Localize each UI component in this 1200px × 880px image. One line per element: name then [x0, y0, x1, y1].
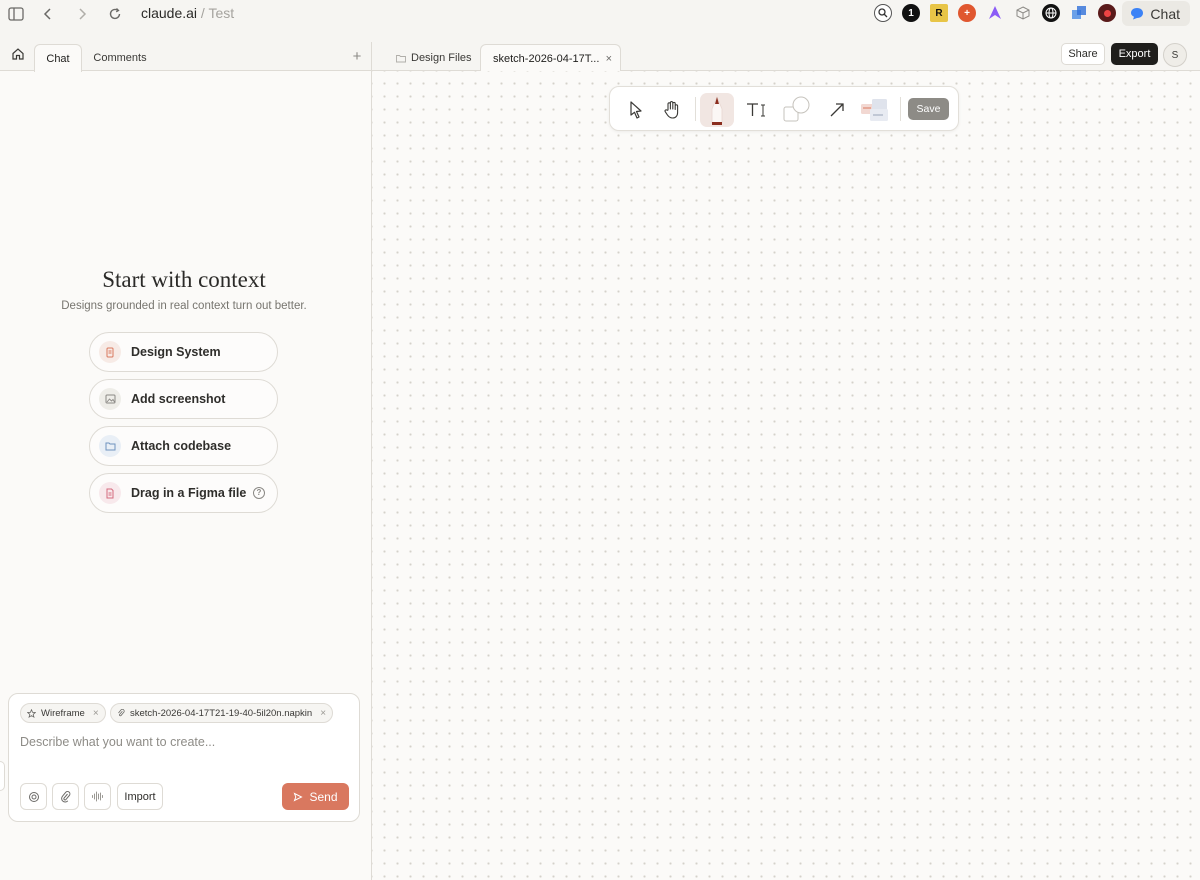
toolbar-divider: [900, 97, 901, 121]
attach-button[interactable]: [52, 783, 79, 810]
extensions-bar: 1 R +: [874, 4, 1116, 22]
tab-design-files[interactable]: Design Files: [396, 44, 472, 72]
context-title: Start with context: [102, 267, 266, 292]
record-ext-icon[interactable]: [1098, 4, 1116, 22]
send-label: Send: [309, 789, 338, 804]
tab-sketch[interactable]: sketch-2026-04-17T... ×: [480, 44, 621, 72]
plus-ext-icon[interactable]: +: [958, 4, 976, 22]
chat-bubble-icon: [1131, 8, 1144, 20]
add-screenshot-label: Add screenshot: [131, 392, 226, 406]
add-screenshot-button[interactable]: Add screenshot: [89, 379, 278, 419]
tab-sketch-label: sketch-2026-04-17T...: [493, 52, 600, 65]
save-button[interactable]: Save: [908, 98, 949, 120]
voice-button[interactable]: [84, 783, 111, 810]
search-ext-icon[interactable]: [874, 4, 892, 22]
panel-resize-handle[interactable]: [0, 761, 5, 791]
send-button[interactable]: Send: [282, 783, 349, 810]
hand-tool[interactable]: [655, 93, 689, 127]
help-icon[interactable]: ?: [253, 487, 265, 499]
shapes-tool[interactable]: [780, 93, 814, 127]
share-button[interactable]: Share: [1061, 43, 1105, 65]
sketch-file-chip[interactable]: sketch-2026-04-17T21-19-40-5il20n.napkin…: [110, 703, 334, 723]
send-icon: [294, 791, 304, 802]
image-icon: [99, 388, 121, 410]
figma-file-button[interactable]: Drag in a Figma file ?: [89, 473, 278, 513]
arrow-icon: [830, 103, 844, 117]
sketch-file-chip-label: sketch-2026-04-17T21-19-40-5il20n.napkin: [130, 707, 313, 719]
export-button[interactable]: Export: [1111, 43, 1158, 65]
folder-icon: [396, 54, 406, 62]
design-system-label: Design System: [131, 345, 221, 359]
chat-panel: Chat Comments + Start with context Desig…: [0, 42, 372, 880]
left-tab-bar: Chat Comments +: [0, 42, 371, 72]
url-host: claude.ai: [141, 5, 198, 21]
browser-toolbar: claude.ai / Test 1 R + Chat: [0, 0, 1200, 28]
cube-ext-icon[interactable]: [1014, 4, 1032, 22]
folder-icon: [99, 435, 121, 457]
prompt-input[interactable]: [20, 732, 350, 752]
waveform-icon: [92, 791, 103, 802]
chat-button-label: Chat: [1150, 5, 1180, 22]
target-icon: [28, 791, 39, 802]
chat-sidebar-button[interactable]: Chat: [1122, 1, 1190, 26]
hand-icon: [664, 101, 679, 119]
sketch-canvas[interactable]: [372, 71, 1200, 880]
composer: Wireframe × sketch-2026-04-17T21-19-40-5…: [8, 693, 360, 822]
paperclip-icon: [60, 790, 70, 802]
readwise-icon[interactable]: R: [930, 4, 948, 22]
text-icon: [747, 103, 765, 117]
shapes-icon: [783, 96, 810, 122]
windows-ext-icon[interactable]: [1070, 4, 1088, 22]
wireframe-chip[interactable]: Wireframe ×: [20, 703, 106, 723]
address-bar[interactable]: claude.ai / Test: [141, 5, 234, 21]
context-subtitle: Designs grounded in real context turn ou…: [61, 300, 307, 312]
purple-ext-icon[interactable]: [986, 4, 1004, 22]
back-icon[interactable]: [37, 3, 59, 25]
pen-tool[interactable]: [700, 93, 734, 127]
attachment-icon: [118, 708, 125, 716]
sticky-note-tool[interactable]: [858, 93, 892, 127]
settings-button[interactable]: [20, 783, 47, 810]
wireframe-chip-label: Wireframe: [41, 707, 85, 719]
design-system-button[interactable]: Design System: [89, 332, 278, 372]
design-system-icon: [99, 341, 121, 363]
remove-chip-icon[interactable]: ×: [93, 708, 99, 719]
figma-file-label: Drag in a Figma file: [131, 486, 247, 500]
url-path: / Test: [197, 5, 235, 21]
cursor-icon: [630, 101, 642, 119]
arrow-tool[interactable]: [820, 93, 854, 127]
home-icon[interactable]: [8, 44, 28, 64]
sticky-note-icon: [861, 99, 888, 121]
drawing-toolbar: Save: [609, 86, 959, 131]
remove-chip-icon[interactable]: ×: [320, 708, 326, 719]
sidebar-toggle-icon[interactable]: [5, 3, 27, 25]
tab-chat[interactable]: Chat: [34, 44, 82, 72]
tab-design-files-label: Design Files: [411, 52, 472, 64]
star-icon: [27, 708, 36, 718]
text-tool[interactable]: [740, 93, 774, 127]
attach-codebase-button[interactable]: Attach codebase: [89, 426, 278, 466]
pen-icon: [711, 95, 723, 125]
password-manager-icon[interactable]: 1: [902, 4, 920, 22]
file-tab-bar: Design Files sketch-2026-04-17T... × Sha…: [372, 42, 1200, 72]
globe-ext-icon[interactable]: [1042, 4, 1060, 22]
reload-icon[interactable]: [104, 3, 126, 25]
import-button[interactable]: Import: [117, 783, 163, 810]
toolbar-divider: [695, 97, 696, 121]
figma-file-icon: [99, 482, 121, 504]
add-tab-button[interactable]: +: [348, 46, 366, 66]
attach-codebase-label: Attach codebase: [131, 439, 232, 453]
close-tab-icon[interactable]: ×: [606, 53, 612, 65]
tab-comments[interactable]: Comments: [90, 44, 150, 72]
select-tool[interactable]: [619, 93, 653, 127]
forward-icon[interactable]: [71, 3, 93, 25]
avatar[interactable]: S: [1163, 43, 1187, 67]
